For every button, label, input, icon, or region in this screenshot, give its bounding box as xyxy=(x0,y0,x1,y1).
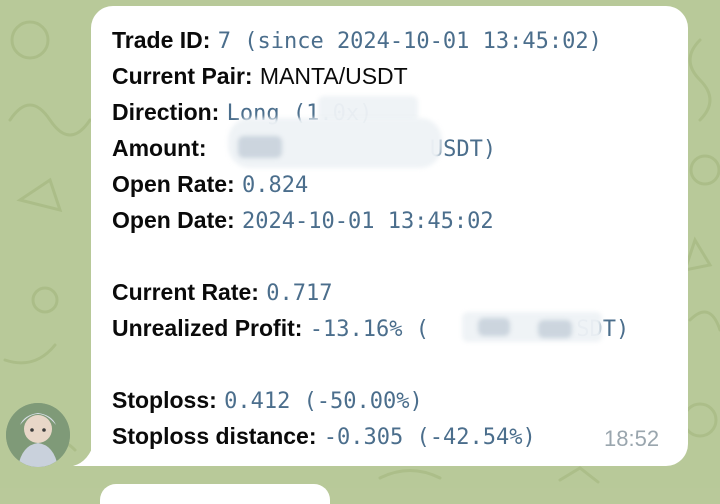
stoploss-distance-label: Stoploss distance: xyxy=(112,423,317,449)
unrealized-profit-label: Unrealized Profit: xyxy=(112,315,303,341)
open-date-row: Open Date: 2024-10-01 13:45:02 xyxy=(112,202,629,238)
open-date-label: Open Date: xyxy=(112,207,235,233)
next-message-bubble[interactable] xyxy=(100,484,330,504)
current-rate-label: Current Rate: xyxy=(112,279,259,305)
stoploss-row: Stoploss: 0.412 (-50.00%) xyxy=(112,382,629,418)
redaction-blur xyxy=(538,320,572,338)
direction-label: Direction: xyxy=(112,99,220,125)
user-avatar-icon xyxy=(6,403,70,467)
amount-label: Amount: xyxy=(112,135,207,161)
stoploss-distance-value: -0.305 (-42.54%) xyxy=(323,425,536,450)
redaction-blur xyxy=(478,318,510,336)
stoploss-distance-row: Stoploss distance: -0.305 (-42.54%) xyxy=(112,418,629,454)
open-rate-label: Open Rate: xyxy=(112,171,235,197)
current-rate-row: Current Rate: 0.717 xyxy=(112,274,629,310)
current-pair-label: Current Pair: xyxy=(112,63,253,89)
open-rate-row: Open Rate: 0.824 xyxy=(112,166,629,202)
trade-id-value: 7 (since 2024-10-01 13:45:02) xyxy=(217,29,602,54)
current-pair-value: MANTA/USDT xyxy=(259,63,408,89)
open-rate-value: 0.824 xyxy=(242,173,309,198)
message-timestamp: 18:52 xyxy=(604,426,660,451)
stoploss-label: Stoploss: xyxy=(112,387,217,413)
unrealized-profit-value: -13.16% ( xyxy=(309,317,429,342)
avatar[interactable] xyxy=(6,403,70,467)
trade-id-row: Trade ID: 7 (since 2024-10-01 13:45:02) xyxy=(112,22,629,58)
redaction-blur xyxy=(238,136,282,158)
open-date-value: 2024-10-01 13:45:02 xyxy=(242,209,494,234)
trade-id-label: Trade ID: xyxy=(112,27,211,53)
stoploss-value: 0.412 (-50.00%) xyxy=(224,389,423,414)
current-pair-row: Current Pair: MANTA/USDT xyxy=(112,58,629,94)
current-rate-value: 0.717 xyxy=(266,281,333,306)
trade-status-message: Trade ID: 7 (since 2024-10-01 13:45:02) … xyxy=(112,22,629,454)
